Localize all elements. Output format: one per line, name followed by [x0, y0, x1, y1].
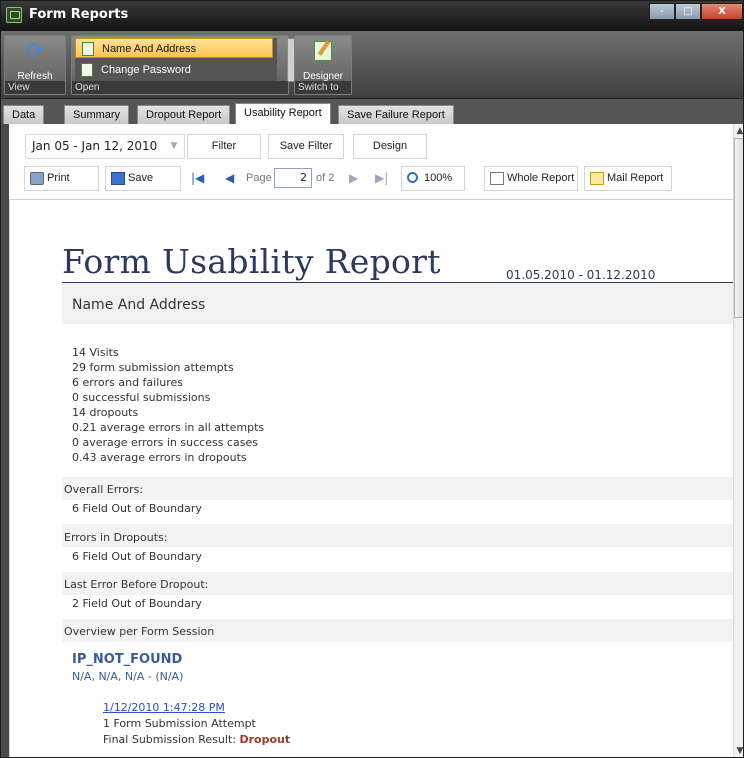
gallery-item-label: Change Password [101, 64, 191, 76]
maximize-button[interactable]: □ [675, 3, 701, 20]
window-title: Form Reports [29, 7, 129, 22]
scrollbar-thumb[interactable] [734, 138, 743, 318]
tab-save-failure-report[interactable]: Save Failure Report [338, 105, 454, 124]
date-range-value: Jan 05 - Jan 12, 2010 [32, 139, 158, 153]
close-button[interactable]: X [701, 3, 743, 20]
gallery-item-change-password[interactable]: Change Password [75, 60, 273, 80]
scroll-down-icon[interactable]: ▼ [735, 745, 743, 757]
stat-line: 6 errors and failures [72, 376, 184, 389]
session-ip: IP_NOT_FOUND [72, 652, 183, 667]
zoom-value: 100% [424, 172, 453, 184]
tab-dropout-report[interactable]: Dropout Report [137, 105, 231, 124]
app-window: Form Reports - □ X ⟳ Refresh View Name A… [0, 0, 744, 758]
designer-icon [314, 41, 332, 61]
page-total: of 2 [316, 172, 335, 184]
envelope-icon [590, 172, 604, 185]
ribbon: ⟳ Refresh View Name And Address Change P… [1, 31, 743, 99]
page-number-input[interactable]: 2 [274, 168, 312, 188]
page-label: Page [246, 172, 272, 184]
overview-heading: Overview per Form Session [64, 625, 215, 638]
open-gallery: Name And Address Change Password [75, 38, 299, 82]
scroll-up-icon[interactable]: ▲ [735, 125, 743, 137]
title-bar: Form Reports - □ X [1, 1, 743, 31]
stat-line: 0 successful submissions [72, 391, 211, 404]
stat-line: 0 average errors in success cases [72, 436, 258, 449]
form-icon [82, 42, 94, 56]
minimize-button[interactable]: - [649, 3, 675, 20]
date-range-select[interactable]: Jan 05 - Jan 12, 2010 ▼ [25, 134, 185, 159]
overall-errors-heading: Overall Errors: [64, 483, 144, 496]
gallery-item-name-and-address[interactable]: Name And Address [75, 38, 273, 58]
ribbon-group-switch: Designer Switch to [294, 35, 352, 95]
dropout-errors-value: 6 Field Out of Boundary [72, 550, 202, 563]
stat-line: 0.43 average errors in dropouts [72, 451, 247, 464]
stat-line: 14 dropouts [72, 406, 139, 419]
mail-report-label: Mail Report [607, 172, 664, 184]
last-error-heading: Last Error Before Dropout: [64, 578, 209, 591]
stat-line: 29 form submission attempts [72, 361, 234, 374]
next-page-icon[interactable]: ▶ [349, 171, 358, 185]
ribbon-group-view: ⟳ Refresh View [4, 35, 66, 95]
summary-stats: 14 Visits 29 form submission attempts 6 … [72, 345, 264, 465]
overall-errors-value: 6 Field Out of Boundary [72, 502, 202, 515]
save-button[interactable]: Save [105, 166, 181, 191]
window-controls: - □ X [649, 3, 743, 20]
app-icon [6, 7, 22, 23]
stat-line: 0.21 average errors in all attempts [72, 421, 265, 434]
report-title: Form Usability Report [62, 242, 441, 281]
last-page-icon[interactable]: ▶| [375, 171, 388, 185]
filter-button[interactable]: Filter [187, 134, 261, 159]
save-filter-button[interactable]: Save Filter [268, 134, 344, 159]
mail-report-button[interactable]: Mail Report [584, 166, 672, 191]
dropout-errors-heading: Errors in Dropouts: [64, 531, 168, 544]
form-name: Name And Address [72, 297, 206, 313]
print-label: Print [47, 172, 70, 184]
refresh-button[interactable]: ⟳ Refresh [13, 38, 57, 83]
last-error-value: 2 Field Out of Boundary [72, 597, 202, 610]
designer-button[interactable]: Designer [301, 38, 345, 83]
report-viewport: Form Usability Report 01.05.2010 - 01.12… [9, 199, 733, 757]
report-toolbar: Jan 05 - Jan 12, 2010 ▼ Filter Save Filt… [9, 124, 733, 199]
tab-usability-report[interactable]: Usability Report [235, 103, 331, 124]
session-result-label: Final Submission Result: [103, 733, 236, 746]
stat-line: 14 Visits [72, 346, 119, 359]
whole-report-label: Whole Report [507, 172, 575, 184]
report-tabs: Data Summary Dropout Report Usability Re… [1, 99, 743, 124]
document-icon [490, 172, 504, 185]
floppy-icon [111, 172, 125, 185]
printer-icon [30, 172, 44, 185]
whole-report-button[interactable]: Whole Report [484, 166, 578, 191]
open-group-label: Open [72, 81, 288, 94]
magnifier-icon [407, 172, 418, 183]
zoom-button[interactable]: 100% [401, 166, 465, 191]
print-button[interactable]: Print [24, 166, 99, 191]
chevron-down-icon[interactable]: ▼ [166, 137, 182, 156]
vertical-scrollbar[interactable]: ▲ ▼ [733, 124, 743, 757]
ribbon-group-open: Name And Address Change Password Open [71, 35, 299, 95]
session-result-value: Dropout [239, 733, 291, 746]
save-label: Save [128, 172, 154, 184]
session-location: N/A, N/A, N/A - (N/A) [72, 670, 184, 683]
session-timestamp-link[interactable]: 1/12/2010 1:47:28 PM [103, 701, 225, 714]
report-date-range: 01.05.2010 - 01.12.2010 [506, 268, 656, 282]
form-icon [81, 63, 93, 77]
refresh-icon: ⟳ [25, 38, 45, 63]
tab-data[interactable]: Data [3, 105, 45, 124]
session-result: Final Submission Result: Dropout [103, 733, 290, 746]
first-page-icon[interactable]: |◀ [191, 171, 204, 185]
gallery-item-label: Name And Address [102, 43, 197, 55]
design-button[interactable]: Design [353, 134, 427, 159]
overall-errors-band [62, 477, 733, 500]
previous-page-icon[interactable]: ◀ [225, 171, 234, 185]
tab-summary[interactable]: Summary [64, 105, 130, 124]
session-attempts: 1 Form Submission Attempt [103, 717, 256, 730]
view-group-label: View [5, 81, 65, 94]
switch-group-label: Switch to [295, 81, 351, 94]
